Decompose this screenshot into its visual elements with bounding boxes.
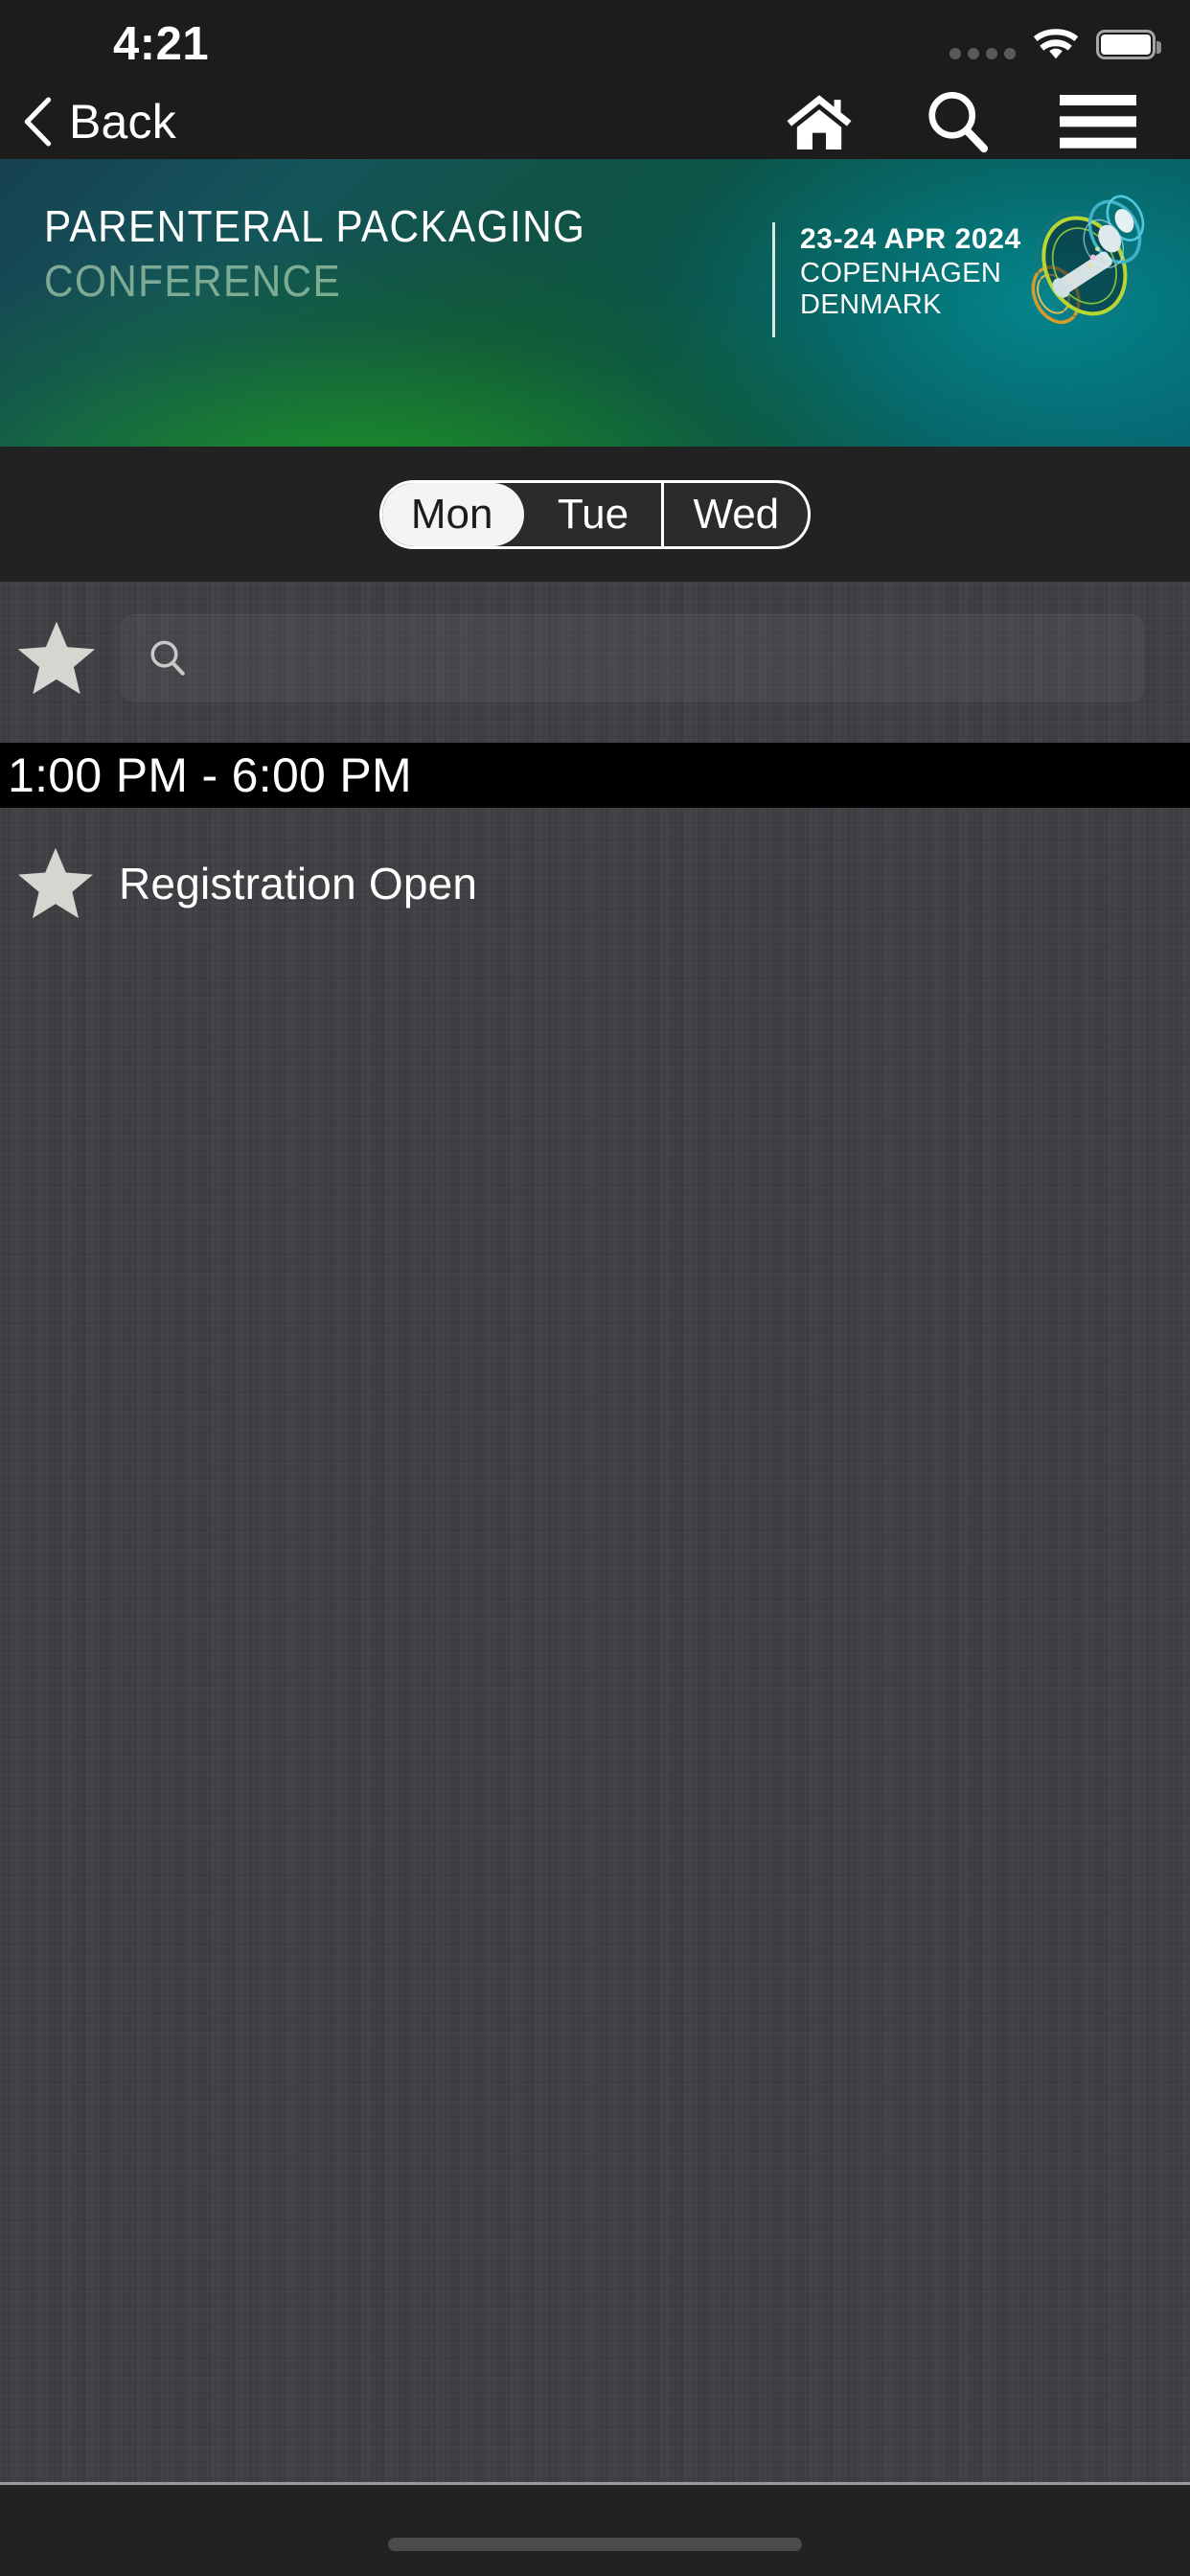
navigation-bar: Back — [0, 84, 1190, 159]
star-filled-icon[interactable] — [15, 845, 96, 922]
day-tab-mon[interactable]: Mon — [381, 482, 525, 546]
nav-bar-actions — [784, 88, 1136, 155]
conference-meta: 23-24 APR 2024 COPENHAGEN DENMARK — [772, 222, 1021, 337]
home-bar-area — [0, 2485, 1190, 2576]
day-tab-strip: Mon Tue Wed — [0, 447, 1190, 582]
wifi-icon — [1033, 29, 1079, 59]
chevron-left-icon — [24, 97, 52, 147]
session-title: Registration Open — [119, 859, 478, 908]
search-icon — [150, 640, 185, 676]
app-screen: 4:21 Back PARENTERAL PACKAGING CONFERENC… — [0, 0, 1190, 2576]
day-tab-wed[interactable]: Wed — [664, 483, 808, 546]
conference-country: DENMARK — [800, 289, 942, 321]
day-tab-tue[interactable]: Tue — [524, 482, 665, 546]
search-row — [0, 582, 1190, 735]
session-row[interactable]: Registration Open — [0, 843, 1190, 924]
day-segmented-control: Mon Tue Wed — [378, 479, 812, 549]
back-button-label: Back — [69, 95, 176, 149]
signal-dots-icon — [950, 23, 1016, 65]
schedule-time-header-label: 1:00 PM - 6:00 PM — [8, 748, 412, 802]
home-indicator[interactable] — [388, 2538, 802, 2551]
status-bar-indicators — [950, 23, 1161, 65]
home-icon[interactable] — [784, 91, 855, 152]
hamburger-menu-icon[interactable] — [1060, 93, 1136, 150]
star-filled-icon[interactable] — [15, 618, 98, 699]
schedule-time-header: 1:00 PM - 6:00 PM — [0, 743, 1190, 808]
conference-date: 23-24 APR 2024 — [800, 223, 1021, 255]
search-input[interactable] — [188, 636, 1144, 680]
search-icon[interactable] — [924, 88, 991, 155]
status-bar-time: 4:21 — [113, 18, 210, 70]
battery-full-icon — [1096, 29, 1161, 59]
conference-rings-logo-icon — [1031, 195, 1145, 324]
search-field[interactable] — [121, 614, 1144, 702]
back-button[interactable]: Back — [23, 94, 176, 150]
conference-banner[interactable]: PARENTERAL PACKAGING CONFERENCE 23-24 AP… — [0, 159, 1190, 447]
status-bar: 4:21 — [0, 0, 1190, 84]
conference-city: COPENHAGEN — [800, 257, 1002, 288]
